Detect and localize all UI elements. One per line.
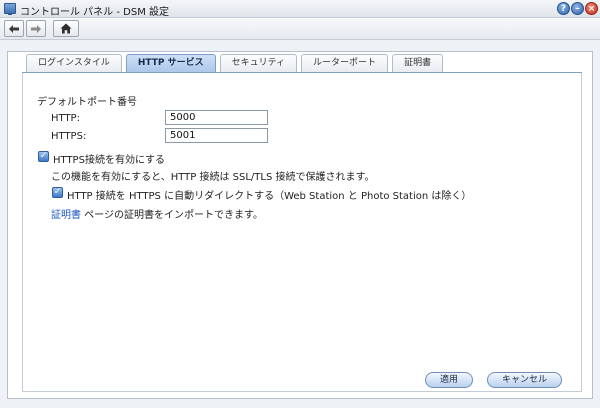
home-icon xyxy=(60,23,72,34)
cancel-button[interactable]: キャンセル xyxy=(487,372,562,388)
settings-panel: ログインスタイル HTTP サービス セキュリティ ルーターポート 証明書 デフ… xyxy=(7,51,593,399)
right-arrow-icon xyxy=(31,24,41,33)
title-bar: コントロール パネル - DSM 設定 ? – × xyxy=(0,0,600,18)
certificate-hint-text: ページの証明書をインポートできます。 xyxy=(81,210,263,221)
https-port-label: HTTPS: xyxy=(51,131,87,142)
enable-https-label: HTTPS接続を有効にする xyxy=(53,155,166,166)
tab-content: デフォルトポート番号 HTTP: HTTPS: ✓ HTTPS接続を有効にする … xyxy=(22,73,582,392)
home-button[interactable] xyxy=(53,20,79,37)
tab-login-style[interactable]: ログインスタイル xyxy=(26,54,122,72)
back-button[interactable] xyxy=(4,20,24,37)
apply-button[interactable]: 適用 xyxy=(425,372,473,388)
tab-router-port[interactable]: ルーターポート xyxy=(301,54,389,72)
certificate-hint: 証明書 ページの証明書をインポートできます。 xyxy=(51,206,263,221)
certificate-link[interactable]: 証明書 xyxy=(51,210,81,221)
tab-security[interactable]: セキュリティ xyxy=(219,54,298,72)
window-title: コントロール パネル - DSM 設定 xyxy=(20,7,169,18)
default-port-heading: デフォルトポート番号 xyxy=(37,97,137,108)
minimize-button[interactable]: – xyxy=(571,2,584,15)
tab-http-service[interactable]: HTTP サービス xyxy=(125,54,216,73)
http-port-input[interactable] xyxy=(165,110,268,125)
redirect-https-label: HTTP 接続を HTTPS に自動リダイレクトする（Web Station と… xyxy=(67,191,472,202)
forward-button[interactable] xyxy=(26,20,46,37)
https-port-input[interactable] xyxy=(165,128,268,143)
control-panel-icon xyxy=(4,3,16,15)
tab-bar: ログインスタイル HTTP サービス セキュリティ ルーターポート 証明書 xyxy=(26,54,447,73)
tab-certificate[interactable]: 証明書 xyxy=(392,54,444,72)
left-arrow-icon xyxy=(9,24,19,33)
enable-https-checkbox[interactable]: ✓ xyxy=(38,151,49,162)
help-button[interactable]: ? xyxy=(557,2,570,15)
http-port-label: HTTP: xyxy=(51,113,80,124)
redirect-https-checkbox[interactable]: ✓ xyxy=(52,187,63,198)
https-description: この機能を有効にすると、HTTP 接続は SSL/TLS 接続で保護されます。 xyxy=(51,172,375,183)
toolbar xyxy=(0,18,600,40)
close-button[interactable]: × xyxy=(585,2,598,15)
